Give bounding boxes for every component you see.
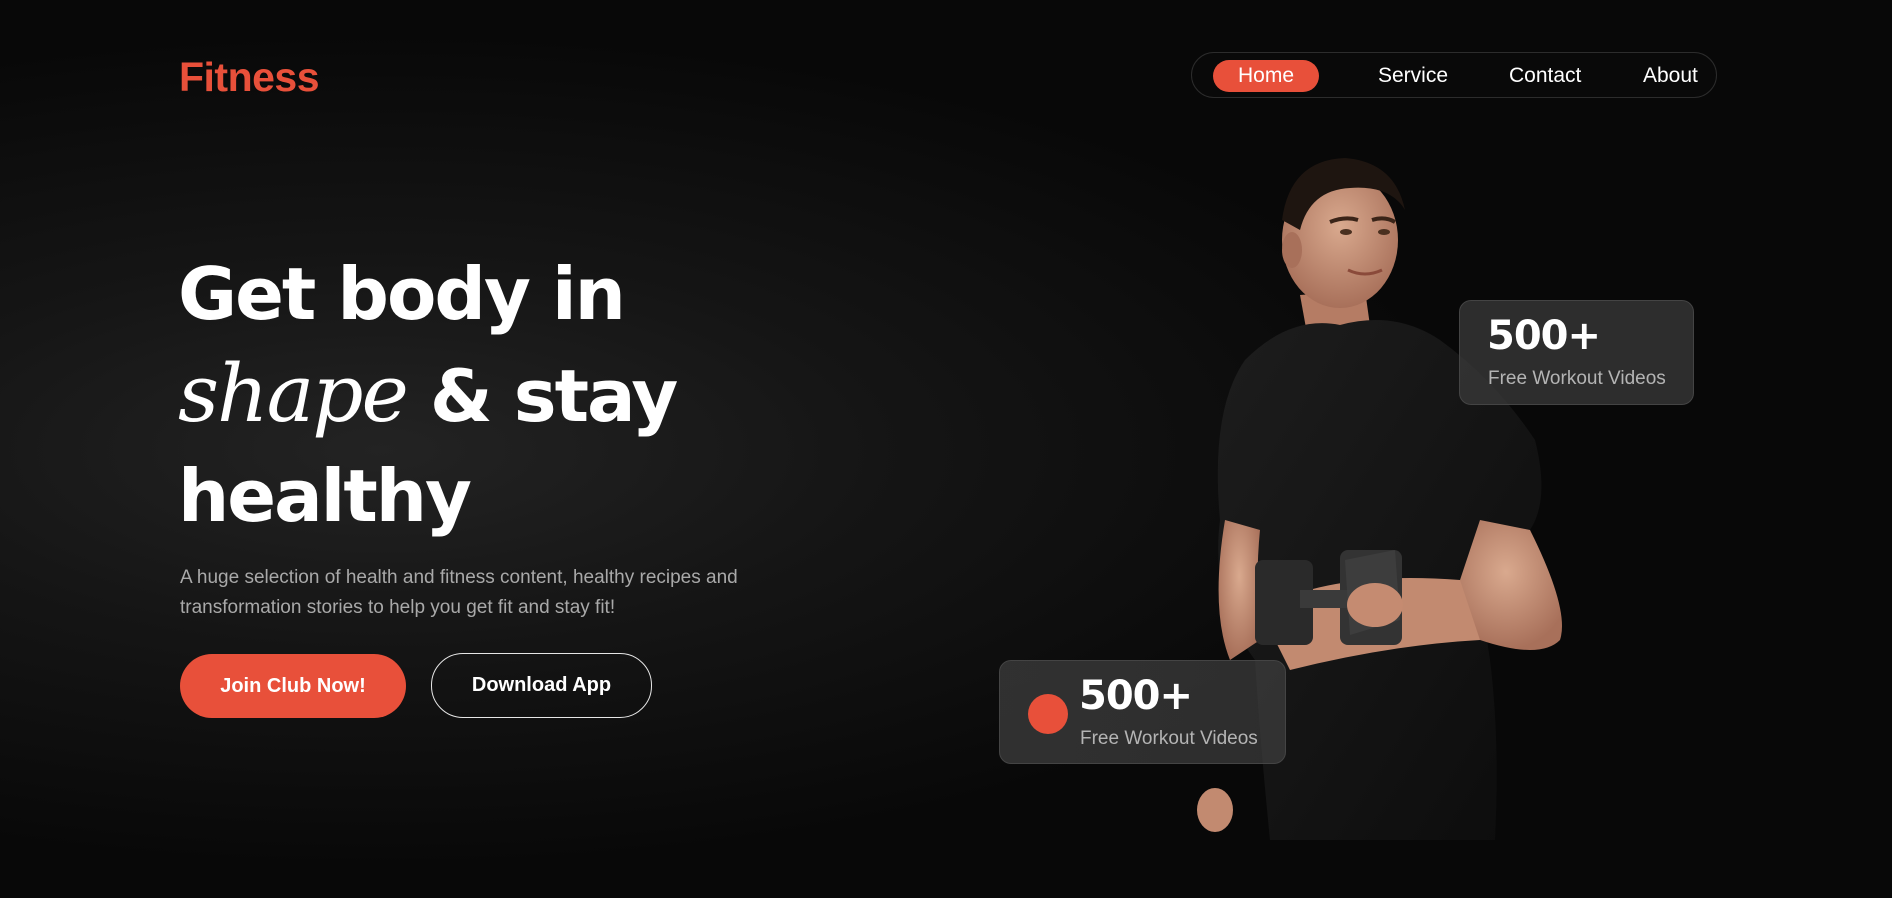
hero-subtext: A huge selection of health and fitness c… <box>180 567 738 618</box>
headline-line-3: healthy <box>178 454 472 538</box>
red-dot-icon <box>1028 694 1068 734</box>
nav-service[interactable]: Service <box>1378 60 1448 92</box>
nav-home[interactable]: Home <box>1213 60 1319 92</box>
download-app-button[interactable]: Download App <box>431 653 652 718</box>
headline-line-2: & stay <box>429 354 678 438</box>
stat-label: Free Workout Videos <box>1488 368 1666 389</box>
stat-card-videos-bottom: 500+ Free Workout Videos <box>999 660 1286 764</box>
main-nav: Home Service Contact About <box>1191 52 1717 98</box>
stat-card-videos-top: 500+ Free Workout Videos <box>1459 300 1694 405</box>
brand-logo[interactable]: Fitness <box>179 52 320 102</box>
headline-script-word: shape <box>178 347 409 440</box>
hero-headline: Get body in shape & stay healthy <box>178 244 678 546</box>
headline-line-1: Get body in <box>178 252 626 336</box>
stat-value: 500+ <box>1079 673 1193 719</box>
nav-about[interactable]: About <box>1643 60 1698 92</box>
stat-label: Free Workout Videos <box>1080 728 1258 749</box>
stat-value: 500+ <box>1487 313 1601 359</box>
join-club-button[interactable]: Join Club Now! <box>180 654 406 718</box>
nav-contact[interactable]: Contact <box>1509 60 1581 92</box>
